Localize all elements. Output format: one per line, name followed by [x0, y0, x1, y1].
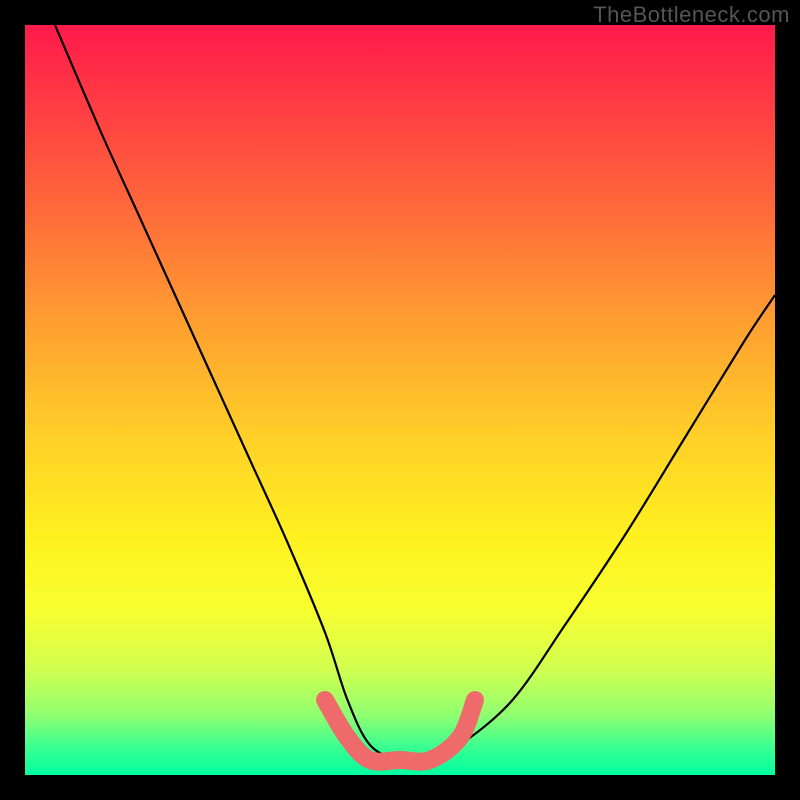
watermark-text: TheBottleneck.com — [593, 2, 790, 28]
plot-area — [25, 25, 775, 775]
optimal-range-highlight — [325, 700, 475, 762]
chart-frame: TheBottleneck.com — [0, 0, 800, 800]
bottleneck-curve — [55, 25, 775, 762]
curve-layer — [25, 25, 775, 775]
